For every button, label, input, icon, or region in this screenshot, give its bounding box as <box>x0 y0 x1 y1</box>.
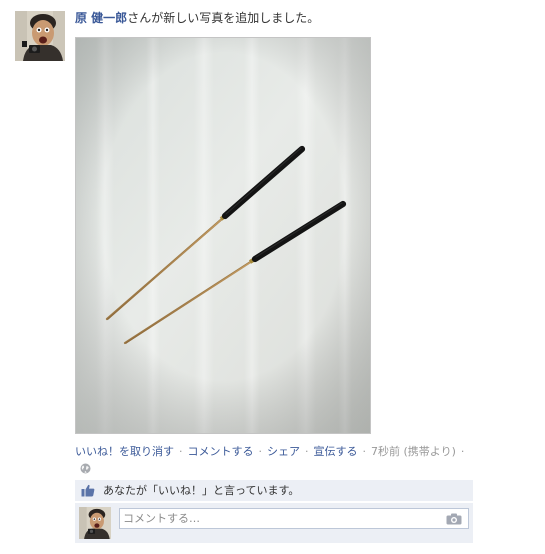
comment-link[interactable]: コメントする <box>188 445 254 458</box>
share-link[interactable]: シェア <box>267 445 300 458</box>
separator: · <box>362 445 367 458</box>
unlike-link[interactable]: いいね！を取り消す <box>75 445 174 458</box>
story-headline: 原 健一郎さんが新しい写真を追加しました。 <box>75 10 319 26</box>
feed-story: 原 健一郎さんが新しい写真を追加しました。 いいね！を取り消す · コメントする… <box>0 0 545 554</box>
camera-icon[interactable] <box>446 513 462 525</box>
promote-link[interactable]: 宣伝する <box>314 445 358 458</box>
story-actions: いいね！を取り消す · コメントする · シェア · 宣伝する · 7秒前 (携帯より) · <box>75 444 469 459</box>
comment-box <box>75 503 473 543</box>
separator: · <box>460 445 465 458</box>
avatar-photo <box>79 507 111 539</box>
author-avatar[interactable] <box>15 11 65 61</box>
comment-input[interactable] <box>119 508 469 529</box>
separator: · <box>179 445 183 458</box>
post-photo[interactable] <box>75 37 371 434</box>
separator: · <box>258 445 263 458</box>
likes-summary: あなたが「いいね！」と言っています。 <box>103 484 300 497</box>
story-headline-text: さんが新しい写真を追加しました。 <box>127 11 320 25</box>
separator: · <box>305 445 309 458</box>
author-name-link[interactable]: 原 健一郎 <box>75 11 127 25</box>
likes-box: あなたが「いいね！」と言っています。 <box>75 480 473 501</box>
chopsticks-photo <box>76 38 370 433</box>
globe-icon[interactable] <box>80 463 91 474</box>
thumbs-up-icon <box>81 484 95 497</box>
timestamp[interactable]: 7秒前 (携帯より) <box>371 445 456 458</box>
commenter-avatar[interactable] <box>79 507 111 539</box>
avatar-photo <box>15 11 65 61</box>
